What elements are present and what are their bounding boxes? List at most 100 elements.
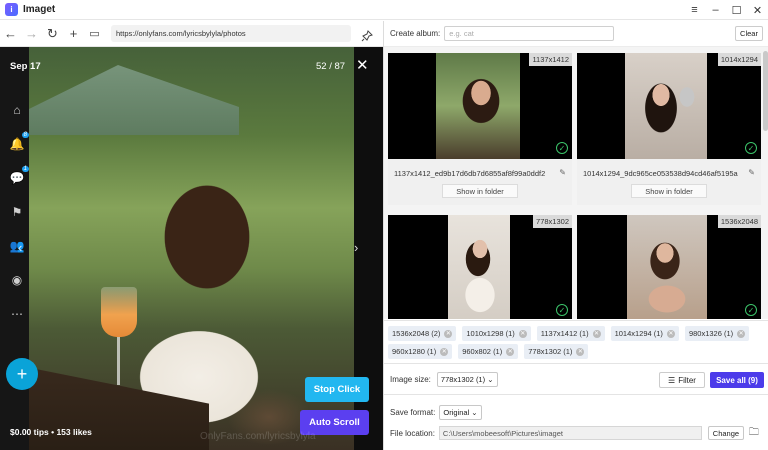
chip-remove-icon[interactable]: ✕ bbox=[666, 329, 675, 338]
image-filename: 1137x1412_ed9b17d6db7d6855af8f99a0ddf2 bbox=[394, 169, 546, 178]
stop-click-button[interactable]: Stop Click bbox=[305, 377, 369, 402]
image-thumbnail[interactable]: 778x1302 ✓ bbox=[388, 215, 572, 319]
app-logo-icon: i bbox=[5, 3, 18, 16]
chevron-down-icon: ⌄ bbox=[487, 375, 494, 384]
image-card: 1137x1412 ✓ 1137x1412_ed9b17d6db7d6855af… bbox=[388, 53, 572, 205]
close-window-icon[interactable]: ✕ bbox=[747, 0, 768, 20]
edit-filename-icon[interactable]: ✎ bbox=[748, 168, 755, 177]
reload-icon[interactable]: ↻ bbox=[42, 23, 63, 45]
save-format-row: Save format: Original ⌄ bbox=[384, 402, 768, 422]
title-bar: i Imaget ≡ – ☐ ✕ bbox=[0, 0, 768, 20]
photo-counter: 52 / 87 bbox=[316, 61, 346, 72]
image-grid: 1137x1412 ✓ 1137x1412_ed9b17d6db7d6855af… bbox=[384, 47, 768, 319]
image-size-value: 778x1302 (1) bbox=[440, 375, 486, 384]
selected-check-icon[interactable]: ✓ bbox=[745, 142, 757, 154]
back-icon[interactable]: ← bbox=[0, 23, 21, 45]
photo-umbrella bbox=[29, 65, 239, 135]
chip-remove-icon[interactable]: ✕ bbox=[592, 329, 601, 338]
thumb-image bbox=[625, 53, 707, 159]
forward-icon[interactable]: → bbox=[21, 23, 42, 45]
chip-label: 960x802 (1) bbox=[462, 347, 503, 356]
tips-likes: $0.00 tips • 153 likes bbox=[10, 427, 92, 437]
bookmark-icon[interactable]: ⚑ bbox=[9, 204, 25, 220]
thumb-image bbox=[436, 53, 520, 159]
folder-icon[interactable]: 🗀 bbox=[749, 425, 759, 442]
chip-label: 980x1326 (1) bbox=[688, 329, 734, 338]
pin-icon[interactable] bbox=[356, 25, 377, 47]
file-location-row: File location: C:\Users\mobeesoft\Pictur… bbox=[384, 423, 768, 443]
chevron-down-icon: ⌄ bbox=[471, 407, 478, 417]
new-tab-icon[interactable]: + bbox=[63, 23, 84, 45]
chat-icon[interactable]: 💬 1 bbox=[9, 166, 29, 186]
next-photo-icon[interactable]: › bbox=[354, 240, 358, 255]
image-size-tag: 1137x1412 bbox=[529, 53, 572, 66]
save-format-value: Original bbox=[443, 407, 470, 417]
size-chip[interactable]: 1536x2048 (2) ✕ bbox=[388, 326, 457, 341]
size-chip[interactable]: 1014x1294 (1) ✕ bbox=[610, 326, 679, 341]
chip-label: 1014x1294 (1) bbox=[614, 329, 663, 338]
chip-label: 1536x2048 (2) bbox=[392, 329, 441, 338]
image-size-label: Image size: bbox=[390, 375, 431, 384]
save-format-select[interactable]: Original ⌄ bbox=[439, 404, 482, 420]
web-view: ⌂ 🔔 8 💬 1 ⚑ 👥 ◉ ⋯ + Sep 17 52 / 87 ✕ ‹ › S… bbox=[0, 47, 383, 450]
edit-filename-icon[interactable]: ✎ bbox=[559, 168, 566, 177]
image-thumbnail[interactable]: 1536x2048 ✓ bbox=[577, 215, 761, 319]
size-chip[interactable]: 980x1326 (1) ✕ bbox=[684, 326, 750, 341]
viewer-close-icon[interactable]: ✕ bbox=[356, 56, 369, 74]
grid-scrollbar[interactable] bbox=[763, 51, 768, 131]
image-card: 778x1302 ✓ bbox=[388, 215, 572, 319]
menu-icon[interactable]: ≡ bbox=[684, 0, 705, 20]
file-location-input[interactable]: C:\Users\mobeesoft\Pictures\imaget bbox=[438, 426, 702, 440]
change-location-button[interactable]: Change bbox=[707, 426, 744, 440]
pin-icon-svg bbox=[361, 30, 373, 42]
prev-photo-icon[interactable]: ‹ bbox=[18, 240, 22, 255]
show-in-folder-button[interactable]: Show in folder bbox=[631, 184, 707, 198]
chip-remove-icon[interactable]: ✕ bbox=[444, 329, 453, 338]
tabs-icon[interactable]: ▭ bbox=[84, 23, 105, 45]
photo-glass-stem bbox=[117, 337, 120, 385]
selected-check-icon[interactable]: ✓ bbox=[556, 142, 568, 154]
size-chip[interactable]: 960x1280 (1) ✕ bbox=[388, 344, 453, 359]
chip-label: 778x1302 (1) bbox=[528, 347, 573, 356]
filter-button[interactable]: ☰ Filter bbox=[659, 372, 705, 388]
image-card: 1536x2048 ✓ bbox=[577, 215, 761, 319]
album-row: Create album: e.g. cat Clear bbox=[384, 21, 768, 47]
profile-icon[interactable]: ◉ bbox=[9, 272, 25, 288]
chip-remove-icon[interactable]: ✕ bbox=[518, 329, 527, 338]
chip-remove-icon[interactable]: ✕ bbox=[737, 329, 746, 338]
image-size-tag: 1014x1294 bbox=[717, 53, 761, 66]
album-input[interactable]: e.g. cat bbox=[444, 26, 615, 41]
maximize-icon[interactable]: ☐ bbox=[726, 0, 747, 20]
chip-label: 1137x1412 (1) bbox=[540, 329, 589, 338]
chip-remove-icon[interactable]: ✕ bbox=[506, 347, 515, 356]
selected-check-icon[interactable]: ✓ bbox=[745, 304, 757, 316]
clear-button[interactable]: Clear bbox=[735, 26, 763, 41]
image-size-row: Image size: 778x1302 (1) ⌄ ☰ Filter Save … bbox=[384, 365, 768, 395]
filter-icon: ☰ bbox=[668, 375, 676, 385]
minimize-icon[interactable]: – bbox=[705, 0, 726, 20]
save-all-button[interactable]: Save all (9) bbox=[710, 372, 764, 388]
more-icon[interactable]: ⋯ bbox=[9, 306, 25, 322]
chip-remove-icon[interactable]: ✕ bbox=[440, 347, 449, 356]
home-icon[interactable]: ⌂ bbox=[9, 102, 25, 118]
photo-wine-glass bbox=[101, 287, 137, 337]
url-input[interactable]: https://onlyfans.com/lyricsbylyla/photos bbox=[111, 25, 351, 42]
chip-label: 960x1280 (1) bbox=[392, 347, 437, 356]
users-icon[interactable]: 👥 bbox=[9, 238, 25, 254]
size-chip[interactable]: 1137x1412 (1) ✕ bbox=[536, 326, 605, 341]
show-in-folder-button[interactable]: Show in folder bbox=[442, 184, 518, 198]
message-badge: 1 bbox=[21, 166, 29, 172]
size-chip[interactable]: 960x802 (1) ✕ bbox=[458, 344, 519, 359]
notification-badge: 8 bbox=[21, 132, 29, 138]
image-thumbnail[interactable]: 1014x1294 ✓ bbox=[577, 53, 761, 159]
chip-remove-icon[interactable]: ✕ bbox=[576, 347, 585, 356]
size-chip[interactable]: 778x1302 (1) ✕ bbox=[524, 344, 589, 359]
file-location-label: File location: bbox=[390, 428, 435, 438]
size-chip[interactable]: 1010x1298 (1) ✕ bbox=[462, 326, 531, 341]
image-size-select[interactable]: 778x1302 (1) ⌄ bbox=[436, 372, 498, 387]
post-date: Sep 17 bbox=[10, 61, 41, 72]
bell-icon[interactable]: 🔔 8 bbox=[9, 132, 29, 152]
image-thumbnail[interactable]: 1137x1412 ✓ bbox=[388, 53, 572, 159]
new-post-button[interactable]: + bbox=[6, 358, 38, 390]
selected-check-icon[interactable]: ✓ bbox=[556, 304, 568, 316]
